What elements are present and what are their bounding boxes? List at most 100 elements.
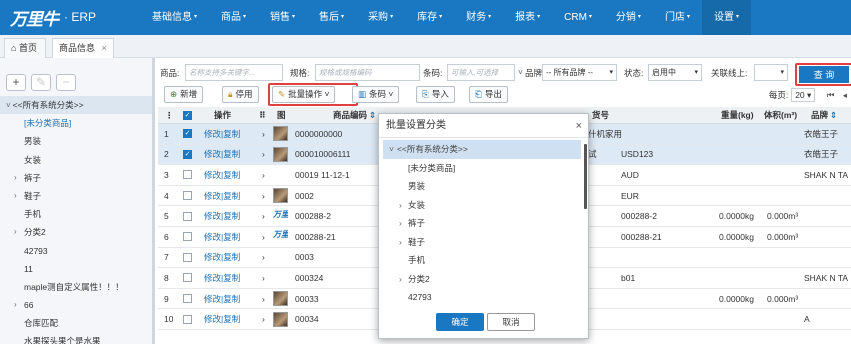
chevron-down-icon[interactable]: ˅ — [389, 144, 394, 154]
chevron-right-icon[interactable]: › — [14, 169, 17, 187]
row-checkbox[interactable] — [183, 186, 192, 206]
goods-search-input[interactable]: 名称支持多关键字... — [185, 64, 283, 81]
edit-link[interactable]: 修改 — [204, 272, 221, 284]
chevron-right-icon[interactable]: › — [399, 233, 402, 251]
expand-icon[interactable]: › — [262, 309, 265, 329]
edit-link[interactable]: 修改 — [204, 190, 221, 202]
edit-link[interactable]: 修改 — [204, 251, 221, 263]
dialog-category-item[interactable]: › 分类2 — [383, 270, 581, 289]
nav-item-0[interactable]: 基础信息 ▾ — [140, 0, 209, 35]
nav-item-8[interactable]: CRM ▾ — [552, 0, 604, 35]
batch-operation-button[interactable]: ✎ 批量操作 ˅ — [272, 86, 336, 103]
nav-item-10[interactable]: 门店 ▾ — [653, 0, 702, 35]
brand-header[interactable]: 品牌 ⇕ — [811, 107, 837, 123]
link-online-select[interactable]: ▾ — [754, 64, 788, 81]
expand-icon[interactable]: › — [262, 268, 265, 288]
dialog-category-item[interactable]: ˅ <<所有系统分类>> — [383, 140, 581, 159]
sidebar-category-item[interactable]: 11 — [0, 260, 152, 278]
sidebar-category-item[interactable]: › 鞋子 — [0, 187, 152, 205]
expand-icon[interactable]: › — [262, 227, 265, 247]
edit-link[interactable]: 修改 — [204, 313, 221, 325]
sidebar-category-item[interactable]: › 66 — [0, 296, 152, 314]
copy-link[interactable]: 复制 — [223, 231, 240, 243]
product-thumbnail[interactable] — [273, 186, 288, 206]
nav-item-6[interactable]: 财务 ▾ — [454, 0, 503, 35]
app-logo[interactable]: 万里牛 · ERP — [10, 6, 96, 30]
chevron-right-icon[interactable]: › — [14, 187, 17, 205]
chevron-right-icon[interactable]: › — [14, 296, 17, 314]
copy-link[interactable]: 复制 — [223, 251, 240, 263]
dialog-category-item[interactable]: 男装 — [383, 177, 581, 196]
per-page-select[interactable]: 20 ▾ — [791, 88, 816, 102]
chevron-right-icon[interactable]: › — [14, 223, 17, 241]
export-button[interactable]: ⎗ 导出 — [469, 86, 508, 103]
cancel-button[interactable]: 取消 — [487, 313, 535, 331]
dialog-category-item[interactable]: › 女装 — [383, 196, 581, 215]
row-checkbox[interactable] — [183, 248, 192, 268]
edit-link[interactable]: 修改 — [204, 210, 221, 222]
chevron-down-icon[interactable]: ˅ — [518, 67, 523, 77]
row-checkbox[interactable] — [183, 289, 192, 309]
edit-link[interactable]: 修改 — [204, 128, 221, 140]
chevron-right-icon[interactable]: › — [399, 214, 402, 232]
copy-link[interactable]: 复制 — [223, 169, 240, 181]
edit-link[interactable]: 修改 — [204, 293, 221, 305]
edit-link[interactable]: 修改 — [204, 148, 221, 160]
copy-link[interactable]: 复制 — [223, 293, 240, 305]
dialog-category-item[interactable]: › 鞋子 — [383, 233, 581, 252]
expand-icon[interactable]: › — [262, 248, 265, 268]
close-icon[interactable]: × — [576, 114, 582, 138]
row-checkbox[interactable]: ✓ — [183, 145, 192, 165]
query-button[interactable]: 查 询 — [799, 66, 849, 83]
product-thumbnail[interactable] — [273, 289, 288, 309]
expand-icon[interactable]: › — [262, 145, 265, 165]
product-thumbnail[interactable]: 万里 — [273, 227, 288, 247]
nav-item-11[interactable]: 设置 ▾ — [701, 0, 751, 35]
delete-category-button[interactable]: − — [56, 74, 76, 91]
sidebar-category-item[interactable]: 女装 — [0, 151, 152, 169]
edit-link[interactable]: 修改 — [204, 231, 221, 243]
product-thumbnail[interactable]: 万里 — [273, 206, 288, 226]
expand-icon[interactable]: › — [262, 165, 265, 185]
copy-link[interactable]: 复制 — [223, 128, 240, 140]
dialog-category-item[interactable]: › 裤子 — [383, 214, 581, 233]
expand-icon[interactable]: › — [262, 124, 265, 144]
sidebar-category-item[interactable]: [未分类商品] — [0, 114, 152, 132]
chevron-down-icon[interactable]: ˅ — [6, 101, 11, 110]
copy-link[interactable]: 复制 — [223, 148, 240, 160]
nav-item-4[interactable]: 采购 ▾ — [356, 0, 405, 35]
dialog-scrollbar[interactable] — [584, 144, 587, 209]
nav-item-5[interactable]: 库存 ▾ — [405, 0, 454, 35]
product-thumbnail[interactable] — [273, 309, 288, 329]
brand-select[interactable]: -- 所有品牌 -- ▾ — [542, 64, 617, 81]
add-button[interactable]: ⊕ 新增 — [164, 86, 204, 103]
chevron-right-icon[interactable]: › — [399, 270, 402, 288]
sidebar-category-item[interactable]: › 分类2 — [0, 223, 152, 241]
product-thumbnail[interactable] — [273, 145, 288, 165]
copy-link[interactable]: 复制 — [223, 210, 240, 222]
grid-options-icon[interactable]: ⠿ — [259, 107, 266, 123]
row-checkbox[interactable] — [183, 268, 192, 288]
tab-home[interactable]: ⌂ 首页 — [4, 38, 46, 58]
expand-icon[interactable]: › — [262, 289, 265, 309]
spec-search-input[interactable]: 规格或规格编码 — [315, 64, 420, 81]
sidebar-category-item[interactable]: 手机 — [0, 205, 152, 223]
sidebar-category-item[interactable]: 水果探头果个是水果 — [0, 332, 152, 344]
import-button[interactable]: ⎘ 导入 — [416, 86, 455, 103]
nav-item-7[interactable]: 报表 ▾ — [503, 0, 552, 35]
code-header[interactable]: 商品编码 ⇕ — [333, 107, 376, 123]
dialog-category-item[interactable]: 手机 — [383, 251, 581, 270]
close-icon[interactable]: × — [102, 43, 107, 53]
sidebar-category-item[interactable]: 仓库匹配 — [0, 314, 152, 332]
disable-button[interactable]: 🔒︎ 停用 — [222, 86, 259, 103]
menu-dots-icon[interactable]: ⋮ — [165, 107, 174, 123]
dialog-category-item[interactable]: 42793 — [383, 288, 581, 307]
nav-item-1[interactable]: 商品 ▾ — [209, 0, 258, 35]
select-all-checkbox[interactable]: ✓ — [183, 107, 192, 123]
sidebar-category-item[interactable]: › 裤子 — [0, 169, 152, 187]
dialog-category-item[interactable]: [未分类商品] — [383, 159, 581, 178]
confirm-button[interactable]: 确定 — [436, 313, 484, 331]
add-category-button[interactable]: + — [6, 74, 26, 91]
expand-icon[interactable]: › — [262, 206, 265, 226]
prev-page-icon[interactable]: ◂ — [843, 90, 847, 100]
